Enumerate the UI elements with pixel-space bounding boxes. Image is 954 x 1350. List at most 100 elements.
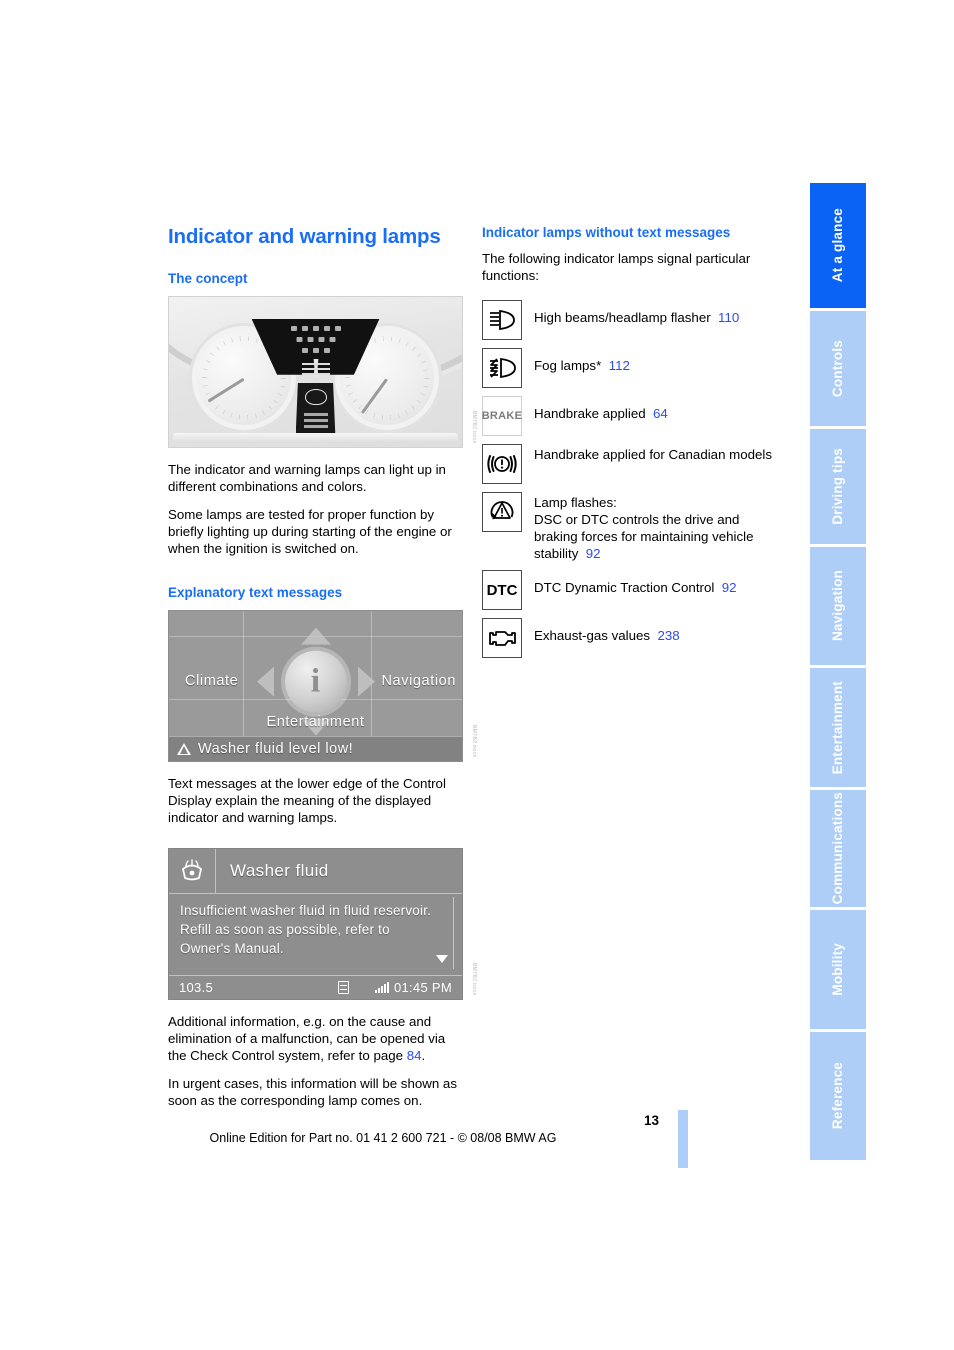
lamp-label-text: Handbrake applied — [534, 406, 646, 422]
right-column-intro: The following indicator lamps signal par… — [482, 251, 751, 284]
para2-pre: Additional information, e.g. on the caus… — [168, 1014, 446, 1064]
page-title: Indicator and warning lamps — [168, 225, 441, 248]
figure-watermark: BM7B2.book — [471, 963, 477, 997]
lamp-indicator-icon — [334, 325, 341, 331]
idrive-menu-navigation: Navigation — [381, 673, 456, 690]
tab-label: Entertainment — [830, 680, 846, 775]
lamp-indicator-icon — [296, 336, 302, 342]
idrive-status-message: Washer fluid level low! — [198, 741, 354, 758]
figure-watermark: BM7B2.book — [471, 725, 477, 759]
brake-warning-icon — [482, 444, 522, 485]
sidebar-item-mobility[interactable]: Mobility — [810, 910, 866, 1032]
sidebar-item-driving-tips[interactable]: Driving tips — [810, 429, 866, 547]
scroll-indicator[interactable] — [453, 897, 454, 970]
warning-lamp-row-1 — [290, 325, 341, 331]
lamp-indicator-icon — [312, 347, 319, 353]
tab-label: At a glance — [830, 208, 846, 283]
sidebar-item-at-a-glance[interactable]: At a glance — [810, 183, 866, 311]
check-engine-icon — [482, 618, 522, 659]
arrow-right-icon — [357, 666, 375, 697]
info-orb-icon: i — [284, 650, 347, 713]
optional-equipment-marker: * — [596, 358, 602, 374]
idrive-status-bar: Washer fluid level low! — [169, 736, 462, 762]
signal-strength-icon — [374, 982, 389, 994]
lamp-label: Handbrake applied 64 — [534, 396, 668, 422]
page-reference[interactable]: 92 — [586, 546, 601, 561]
lcd-warning-icon — [304, 388, 327, 405]
lamp-indicator-icon — [307, 336, 313, 342]
arrow-up-icon — [300, 627, 331, 645]
sidebar-item-controls[interactable]: Controls — [810, 311, 866, 429]
check-control-body: Insufficient washer fluid in fluid reser… — [180, 903, 432, 957]
lamp-row: DTC DTC Dynamic Traction Control 92 — [482, 570, 777, 611]
chapter-tab-rail: At a glance Controls Driving tips Naviga… — [810, 183, 866, 1163]
cluster-bezel — [173, 432, 458, 443]
page-reference[interactable]: 64 — [653, 406, 668, 421]
idrive-menu-figure: i Climate Navigation Entertainment Washe… — [168, 610, 477, 763]
lamp-row: Handbrake applied for Canadian models — [482, 444, 777, 485]
dtc-word: DTC — [486, 581, 518, 599]
washer-fluid-icon — [181, 859, 203, 881]
warning-triangle-icon — [177, 743, 191, 756]
warning-lamp-row-2 — [296, 336, 335, 342]
chevron-down-icon[interactable] — [436, 955, 448, 964]
idrive-menu-entertainment: Entertainment — [266, 714, 365, 731]
arrow-left-icon — [256, 666, 274, 697]
lamp-indicator-icon — [318, 336, 324, 342]
high-beam-icon — [482, 300, 522, 341]
page-reference[interactable]: 238 — [657, 628, 679, 643]
sidebar-item-navigation[interactable]: Navigation — [810, 547, 866, 668]
lamp-label-text: Fog lamps — [534, 358, 597, 374]
sidebar-item-entertainment[interactable]: Entertainment — [810, 668, 866, 790]
warning-lamp-row-3 — [301, 347, 330, 353]
page-reference[interactable]: 92 — [722, 580, 737, 595]
info-letter: i — [310, 662, 321, 700]
heading-indicator-lamps-without-text: Indicator lamps without text messages — [482, 225, 731, 240]
radio-frequency: 103.5 — [179, 980, 214, 996]
page-reference-84[interactable]: 84 — [407, 1048, 422, 1063]
brake-text-icon: BRAKE — [481, 396, 523, 437]
indicator-lamp-list: High beams/headlamp flasher 110 Fog lamp… — [481, 300, 777, 659]
page-number: 13 — [643, 1113, 659, 1128]
lamp-indicator-icon — [301, 347, 308, 353]
check-control-title: Washer fluid — [230, 861, 329, 881]
lamp-row: Lamp flashes: DSC or DTC controls the dr… — [482, 492, 777, 562]
lamp-label: DTC Dynamic Traction Control 92 — [534, 570, 736, 596]
check-control-footer: 103.5 01:45 PM — [169, 975, 462, 999]
check-control-header: Washer fluid — [169, 849, 462, 895]
lamp-label-text: Exhaust-gas values — [534, 628, 651, 644]
page-reference[interactable]: 110 — [718, 310, 739, 325]
lamp-label-text: DTC Dynamic Traction Control — [534, 580, 715, 596]
clock: 01:45 PM — [393, 980, 452, 996]
lamp-indicator-icon — [323, 347, 330, 353]
lamp-label: Handbrake applied for Canadian models — [534, 447, 773, 463]
tab-label: Mobility — [830, 943, 846, 996]
media-source-icon — [337, 981, 349, 995]
lcd-text-lines — [303, 412, 328, 416]
concept-paragraph-1: The indicator and warning lamps can ligh… — [168, 461, 446, 494]
lamp-row: Fog lamps* 112 — [482, 348, 777, 389]
manual-page: Indicator and warning lamps The concept — [0, 0, 954, 1350]
lamp-indicator-icon — [312, 325, 319, 331]
center-lcd-display — [295, 382, 336, 439]
lamp-indicator-icon — [329, 336, 335, 342]
text-messages-paragraph-3: In urgent cases, this information will b… — [168, 1076, 457, 1109]
idrive-main-menu-screenshot: i Climate Navigation Entertainment Washe… — [168, 610, 463, 763]
instrument-cluster-figure: BM7B2.book — [168, 295, 477, 448]
fog-lamp-icon — [482, 348, 522, 389]
tab-label: Controls — [830, 339, 846, 398]
lamp-label-text: Lamp flashes: DSC or DTC controls the dr… — [534, 495, 754, 562]
page-reference[interactable]: 112 — [609, 358, 630, 373]
check-control-figure: Washer fluid Insufficient washer fluid i… — [168, 848, 477, 1001]
lamp-label-text: High beams/headlamp flasher — [534, 310, 711, 326]
lamp-label: Fog lamps* 112 — [534, 348, 630, 374]
right-column: Indicator lamps without text messages Th… — [482, 225, 777, 666]
lamp-label: High beams/headlamp flasher 110 — [534, 300, 739, 326]
washer-fluid-icon-cell — [169, 849, 216, 894]
text-messages-paragraph-2: Additional information, e.g. on the caus… — [168, 1013, 463, 1064]
instrument-cluster-image — [168, 295, 463, 448]
sidebar-item-communications[interactable]: Communications — [810, 790, 866, 910]
heading-explanatory-text-messages: Explanatory text messages — [168, 584, 343, 600]
brake-word: BRAKE — [481, 410, 523, 423]
lamp-row: Exhaust-gas values 238 — [482, 618, 777, 659]
